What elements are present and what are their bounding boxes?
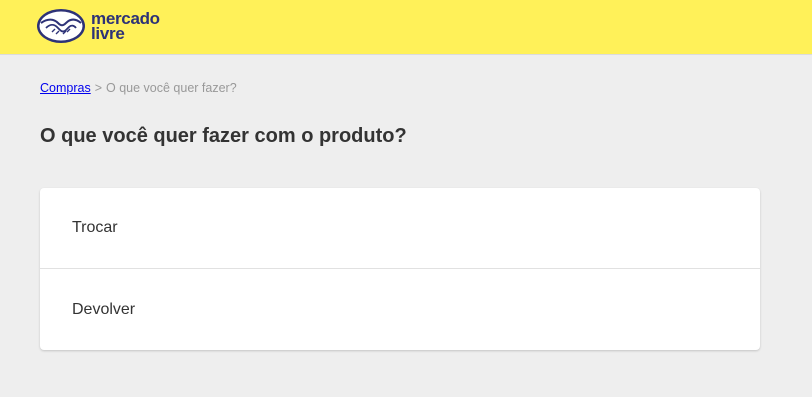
breadcrumb-current: O que você quer fazer?: [106, 81, 237, 95]
option-devolver[interactable]: Devolver: [40, 268, 760, 350]
logo-text-line2: livre: [91, 24, 125, 43]
logo-wordmark: mercado livre: [91, 10, 160, 43]
options-card: Trocar Devolver: [40, 188, 760, 350]
option-label: Trocar: [72, 219, 118, 236]
breadcrumb: Compras > O que você quer fazer?: [40, 81, 237, 95]
site-header: mercado livre: [0, 0, 812, 54]
page-title: O que você quer fazer com o produto?: [40, 125, 407, 147]
option-trocar[interactable]: Trocar: [40, 188, 760, 268]
breadcrumb-link-compras[interactable]: Compras: [40, 81, 91, 95]
handshake-logo-icon: [37, 9, 85, 43]
option-label: Devolver: [72, 300, 136, 318]
mercado-livre-logo[interactable]: mercado livre: [36, 8, 160, 44]
breadcrumb-separator: >: [94, 81, 103, 95]
